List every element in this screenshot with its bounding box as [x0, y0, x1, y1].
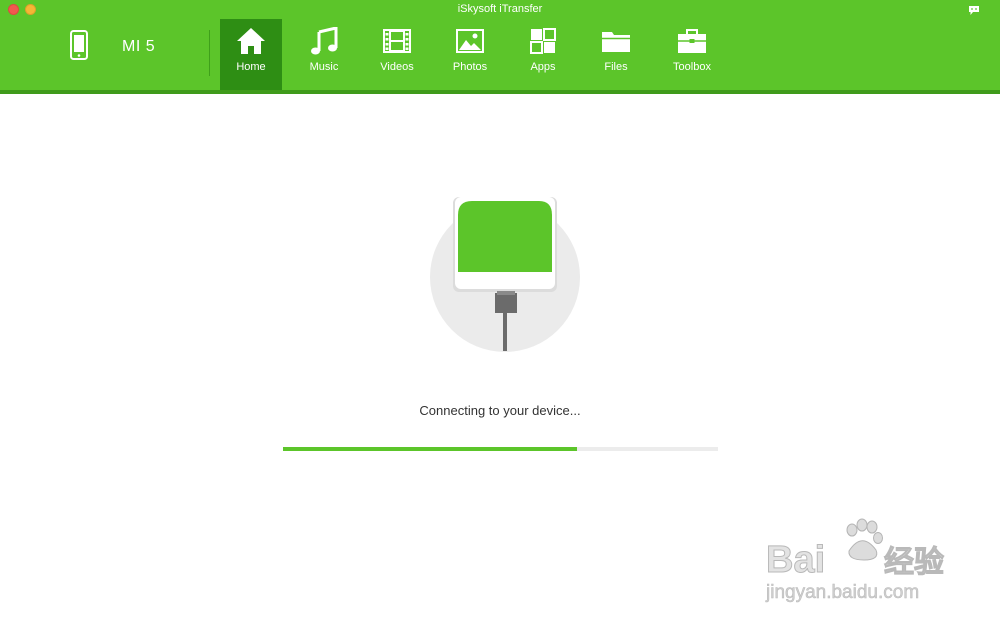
folder-icon — [602, 32, 630, 52]
tab-label: Files — [604, 61, 628, 73]
watermark-cn: 经验 — [884, 545, 944, 579]
tab-music[interactable]: Music — [293, 19, 355, 90]
svg-text:Bai: Bai — [766, 539, 825, 581]
tab-label: Apps — [530, 61, 556, 73]
window-title: iSkysoft iTransfer — [457, 3, 543, 15]
app-header: iSkysoft iTransfer MI 5 Home Music Video… — [0, 0, 1000, 94]
progress-fill — [283, 447, 577, 451]
header-bottom-border — [0, 90, 1000, 94]
header-divider — [209, 30, 210, 76]
tab-label: Toolbox — [673, 61, 711, 73]
tab-label: Photos — [452, 61, 488, 73]
tab-files[interactable]: Files — [585, 19, 647, 90]
phone-icon — [70, 30, 88, 60]
tab-videos[interactable]: Videos — [366, 19, 428, 90]
film-icon — [383, 29, 411, 53]
connection-status-text: Connecting to your device... — [419, 403, 581, 418]
device-connecting-illustration — [430, 197, 580, 352]
tab-home[interactable]: Home — [220, 19, 282, 90]
tab-toolbox[interactable]: Toolbox — [661, 19, 723, 90]
baidu-watermark: Bai 经验 jingyan.baidu.com — [765, 518, 945, 603]
photo-icon — [456, 29, 484, 53]
tab-label: Music — [309, 61, 339, 73]
device-name[interactable]: MI 5 — [122, 38, 155, 56]
apps-icon — [530, 28, 556, 54]
chat-icon[interactable] — [968, 5, 980, 16]
watermark-url: jingyan.baidu.com — [765, 582, 919, 603]
tab-label: Home — [236, 61, 266, 73]
toolbox-icon — [678, 29, 706, 53]
home-icon — [237, 28, 265, 54]
tab-photos[interactable]: Photos — [439, 19, 501, 90]
music-icon — [311, 27, 338, 55]
connection-progress-bar — [283, 447, 718, 451]
tab-label: Videos — [380, 61, 414, 73]
tab-apps[interactable]: Apps — [512, 19, 574, 90]
